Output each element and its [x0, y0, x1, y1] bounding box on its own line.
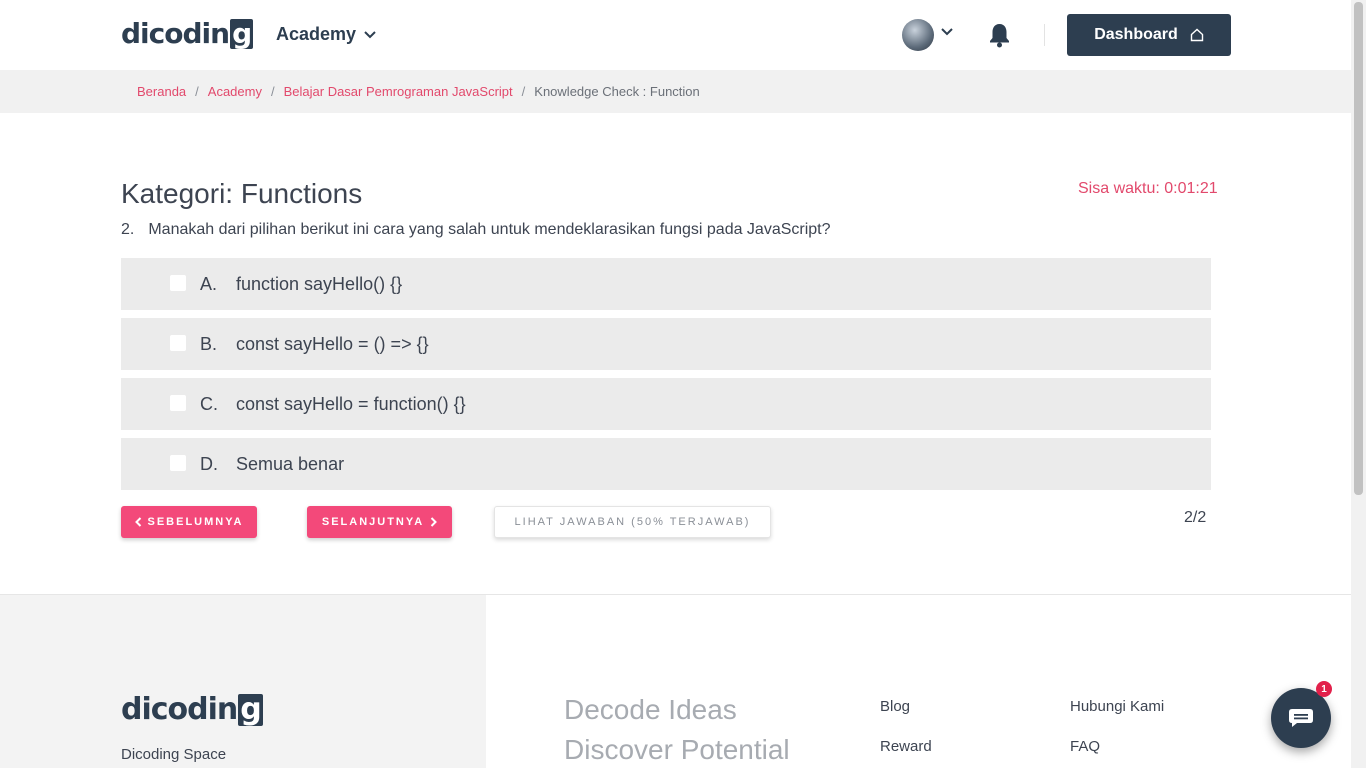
option-checkbox[interactable] [170, 455, 186, 471]
page-title: Kategori: Functions [121, 178, 363, 209]
top-navbar: dicodin g Academy Dashboard [0, 0, 1351, 70]
next-button-label: SELANJUTNYA [321, 516, 425, 528]
option-c[interactable]: C. const sayHello = function() {} [121, 378, 1211, 430]
chevron-right-icon [430, 517, 438, 527]
chat-icon [1289, 709, 1313, 727]
chat-button[interactable] [1271, 688, 1331, 748]
view-answers-button[interactable]: LIHAT JAWABAN (50% TERJAWAB) [494, 506, 771, 538]
option-letter: D. [200, 454, 218, 474]
divider [1044, 24, 1045, 46]
chevron-left-icon [134, 517, 141, 527]
option-text: function sayHello() {} [236, 274, 403, 294]
question-text: Manakah dari pilihan berikut ini cara ya… [148, 221, 831, 238]
view-answers-label: LIHAT JAWABAN (50% TERJAWAB) [514, 516, 751, 528]
breadcrumb: Beranda / Academy / Belajar Dasar Pemrog… [137, 84, 700, 99]
option-letter: B. [200, 334, 218, 354]
footer-space-label: Dicoding Space [121, 746, 227, 763]
option-b[interactable]: B. const sayHello = () => {} [121, 318, 1211, 370]
footer-link-hubungi-kami[interactable]: Hubungi Kami [1070, 698, 1164, 715]
breadcrumb-academy[interactable]: Academy [208, 84, 262, 99]
option-text: const sayHello = function() {} [236, 394, 466, 414]
option-text: Semua benar [236, 454, 345, 474]
chevron-down-icon [364, 30, 376, 38]
dashboard-button[interactable]: Dashboard [1067, 14, 1231, 56]
footer-tagline-2: Discover Potential [564, 734, 790, 765]
question: 2. Manakah dari pilihan berikut ini cara… [121, 221, 831, 239]
footer-link-reward[interactable]: Reward [880, 738, 932, 755]
avatar[interactable] [902, 19, 934, 51]
academy-menu[interactable]: Academy [276, 24, 376, 45]
dashboard-button-label: Dashboard [1094, 26, 1178, 43]
previous-button-label: SEBELUMNYA [147, 516, 244, 528]
footer-left-panel [0, 595, 486, 768]
breadcrumb-beranda[interactable]: Beranda [137, 84, 186, 99]
option-checkbox[interactable] [170, 395, 186, 411]
next-button[interactable]: SELANJUTNYA [307, 506, 452, 538]
option-a[interactable]: A. function sayHello() {} [121, 258, 1211, 310]
option-letter: A. [200, 274, 218, 294]
breadcrumb-current: Knowledge Check : Function [534, 84, 700, 99]
breadcrumb-bar: Beranda / Academy / Belajar Dasar Pemrog… [0, 70, 1351, 113]
dicoding-logo[interactable]: dicodin g [121, 17, 254, 50]
breadcrumb-separator: / [195, 84, 199, 99]
option-text: const sayHello = () => {} [236, 334, 429, 354]
time-remaining: Sisa waktu: 0:01:21 [1078, 180, 1218, 197]
question-pager: 2/2 [1184, 509, 1207, 526]
breadcrumb-separator: / [521, 84, 526, 99]
notification-badge: 1 [1316, 681, 1332, 697]
footer-logo[interactable]: dicodin g [121, 692, 263, 727]
chevron-down-icon[interactable] [941, 28, 953, 36]
breadcrumb-course[interactable]: Belajar Dasar Pemrograman JavaScript [284, 84, 513, 99]
option-d[interactable]: D. Semua benar [121, 438, 1211, 490]
option-checkbox[interactable] [170, 275, 186, 291]
option-letter: C. [200, 394, 218, 414]
home-icon [1190, 28, 1203, 42]
footer-link-faq[interactable]: FAQ [1070, 738, 1100, 755]
question-number: 2. [121, 221, 135, 238]
bell-icon[interactable] [988, 22, 1011, 48]
breadcrumb-separator: / [270, 84, 275, 99]
scrollbar-thumb[interactable] [1354, 2, 1363, 495]
academy-menu-label: Academy [276, 24, 357, 44]
scrollbar[interactable] [1351, 0, 1366, 768]
option-checkbox[interactable] [170, 335, 186, 351]
footer-link-blog[interactable]: Blog [880, 698, 910, 715]
previous-button[interactable]: SEBELUMNYA [121, 506, 257, 538]
footer-tagline-1: Decode Ideas [564, 694, 737, 725]
